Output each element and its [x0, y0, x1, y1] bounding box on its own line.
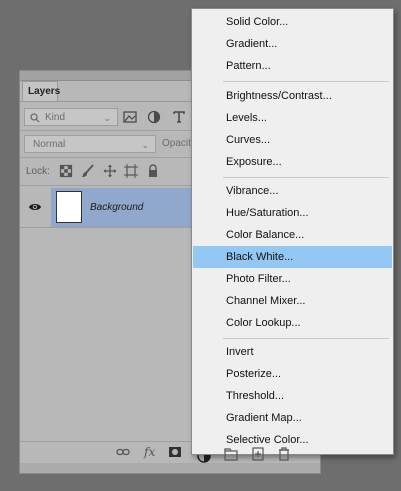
- mask-icon[interactable]: [168, 445, 182, 459]
- menu-separator: [223, 338, 389, 339]
- menu-item-hue-saturation[interactable]: Hue/Saturation...: [193, 202, 392, 224]
- eye-icon[interactable]: [28, 200, 42, 214]
- menu-item-brightness-contrast[interactable]: Brightness/Contrast...: [193, 85, 392, 107]
- menu-item-color-balance[interactable]: Color Balance...: [193, 224, 392, 246]
- menu-item-curves[interactable]: Curves...: [193, 129, 392, 151]
- lock-all-icon[interactable]: [146, 164, 160, 178]
- type-filter-icon[interactable]: [172, 110, 186, 124]
- lock-label: Lock:: [26, 166, 50, 177]
- fx-icon[interactable]: fx: [144, 445, 155, 459]
- link-icon[interactable]: [116, 445, 130, 459]
- tab-layers[interactable]: Layers: [22, 81, 60, 101]
- menu-separator: [223, 177, 389, 178]
- new-layer-icon[interactable]: [251, 447, 265, 461]
- menu-item-selective-color[interactable]: Selective Color...: [193, 429, 392, 451]
- menu-item-gradient-map[interactable]: Gradient Map...: [193, 407, 392, 429]
- menu-separator: [223, 81, 389, 82]
- menu-item-pattern[interactable]: Pattern...: [193, 55, 392, 77]
- lock-move-icon[interactable]: [103, 164, 117, 178]
- menu-item-vibrance[interactable]: Vibrance...: [193, 180, 392, 202]
- menu-item-channel-mixer[interactable]: Channel Mixer...: [193, 290, 392, 312]
- filter-kind-select[interactable]: Kind ⌄: [24, 108, 118, 126]
- panel-bottom-edge: [20, 463, 320, 473]
- adjustment-layer-menu: Solid Color... Gradient... Pattern... Br…: [191, 8, 394, 455]
- lock-transparent-icon[interactable]: [59, 164, 73, 178]
- image-filter-icon[interactable]: [123, 110, 137, 124]
- menu-item-solid-color[interactable]: Solid Color...: [193, 11, 392, 33]
- adjustment-filter-icon[interactable]: [147, 110, 161, 124]
- blend-mode-select[interactable]: Normal ⌄: [24, 135, 156, 153]
- layer-name[interactable]: Background: [90, 202, 143, 213]
- menu-item-photo-filter[interactable]: Photo Filter...: [193, 268, 392, 290]
- artboard-icon[interactable]: [124, 164, 138, 178]
- menu-item-threshold[interactable]: Threshold...: [193, 385, 392, 407]
- menu-item-gradient[interactable]: Gradient...: [193, 33, 392, 55]
- menu-item-invert[interactable]: Invert: [193, 341, 392, 363]
- trash-icon[interactable]: [277, 447, 291, 461]
- chevron-down-icon: ⌄: [103, 113, 111, 123]
- filter-kind-value: Kind: [45, 112, 66, 123]
- search-icon: [30, 113, 40, 123]
- menu-item-posterize[interactable]: Posterize...: [193, 363, 392, 385]
- lock-paint-icon[interactable]: [81, 164, 95, 178]
- menu-item-black-white[interactable]: Black White...: [193, 246, 392, 268]
- menu-item-levels[interactable]: Levels...: [193, 107, 392, 129]
- chevron-down-icon: ⌄: [141, 140, 149, 150]
- menu-item-exposure[interactable]: Exposure...: [193, 151, 392, 173]
- layer-thumbnail[interactable]: [56, 191, 82, 223]
- blend-mode-value: Normal: [33, 139, 66, 150]
- opacity-label: Opacit: [162, 138, 191, 149]
- group-icon[interactable]: [224, 447, 238, 461]
- menu-item-color-lookup[interactable]: Color Lookup...: [193, 312, 392, 334]
